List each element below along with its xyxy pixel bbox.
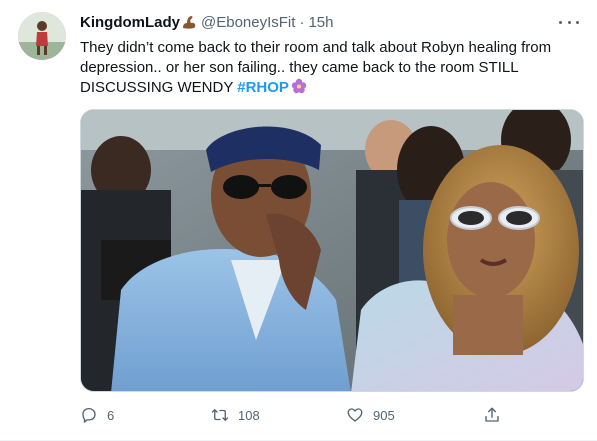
- reply-icon: [82, 407, 96, 423]
- tweet-actions: 6 108 905: [80, 403, 500, 427]
- tweet-text: They didn’t come back to their room and …: [80, 38, 580, 98]
- tweet-photo[interactable]: [80, 109, 584, 392]
- separator-dot: ·: [299, 13, 305, 31]
- reply-count: 6: [107, 407, 115, 423]
- tweet-card[interactable]: KingdomLady @EboneyIsFit · 15h They didn…: [0, 0, 597, 441]
- like-button[interactable]: 905: [346, 403, 395, 427]
- share-button[interactable]: [483, 403, 510, 427]
- display-name[interactable]: KingdomLady: [80, 14, 180, 31]
- more-dots-icon[interactable]: [559, 14, 579, 30]
- like-count: 905: [373, 407, 395, 423]
- avatar[interactable]: [18, 12, 66, 60]
- reply-button[interactable]: 6: [80, 403, 114, 427]
- user-handle[interactable]: @EboneyIsFit: [201, 14, 295, 31]
- retweet-button[interactable]: 108: [211, 403, 260, 427]
- retweet-icon: [211, 409, 229, 421]
- hibiscus-flower-icon: [291, 78, 307, 94]
- flexed-biceps-icon: [181, 14, 197, 30]
- tweet-header: KingdomLady @EboneyIsFit · 15h: [80, 12, 333, 32]
- heart-icon: [347, 408, 363, 422]
- timestamp[interactable]: 15h: [308, 14, 333, 31]
- tweet-body: They didn’t come back to their room and …: [80, 39, 552, 96]
- retweet-count: 108: [238, 407, 260, 423]
- share-icon: [485, 407, 499, 422]
- hashtag-link[interactable]: #RHOP: [237, 79, 289, 96]
